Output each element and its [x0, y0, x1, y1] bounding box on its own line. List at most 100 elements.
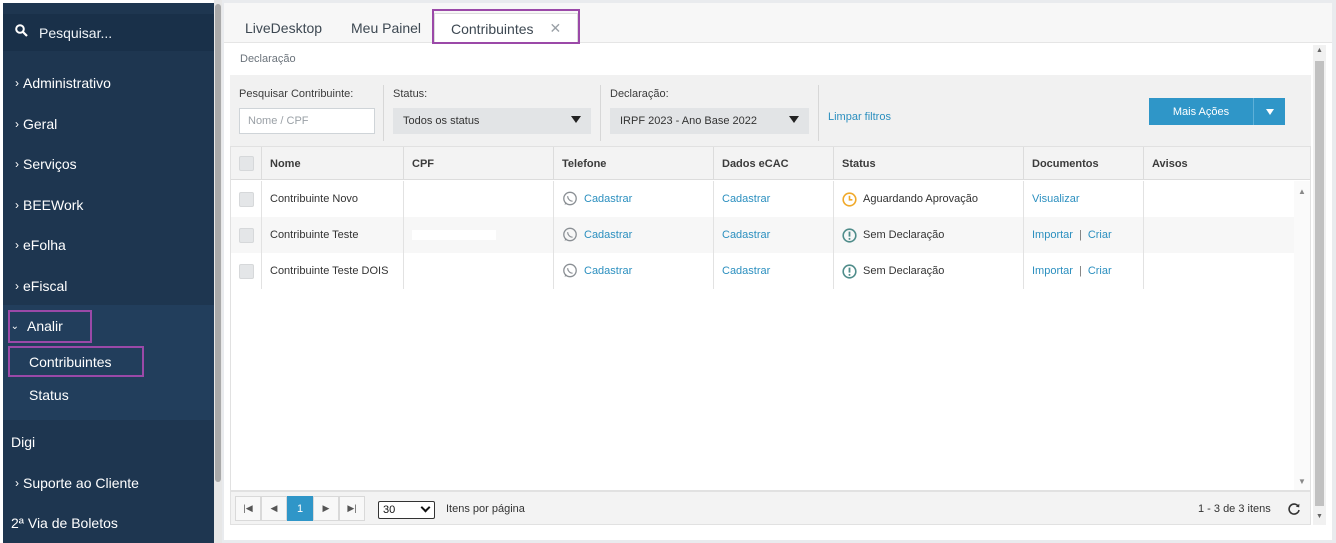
visualizar-link[interactable]: Visualizar: [1032, 193, 1080, 205]
tab-livedesktop[interactable]: LiveDesktop: [245, 13, 322, 43]
importar-link[interactable]: Importar: [1032, 265, 1073, 277]
page-number-button[interactable]: 1: [287, 496, 313, 521]
sidebar-item-efolha[interactable]: › eFolha: [3, 229, 216, 261]
scroll-down-icon[interactable]: ▼: [1316, 513, 1323, 520]
filter-bar: Pesquisar Contribuinte: Nome / CPF Statu…: [230, 75, 1311, 149]
next-page-button[interactable]: ▶: [313, 496, 339, 521]
refresh-icon[interactable]: [1287, 502, 1301, 516]
declaracao-filter-select[interactable]: IRPF 2023 - Ano Base 2022: [610, 108, 809, 134]
criar-link[interactable]: Criar: [1088, 229, 1112, 241]
main-scrollbar-thumb[interactable]: [1315, 61, 1324, 506]
cell-status: Aguardando Aprovação: [833, 181, 1023, 217]
highlight-box-analir: [8, 310, 92, 343]
highlight-box-contribuintes: [8, 346, 144, 377]
scroll-down-icon[interactable]: ▼: [1298, 477, 1306, 486]
main-scrollbar[interactable]: ▲ ▼: [1313, 45, 1326, 525]
column-header-telefone[interactable]: Telefone: [553, 147, 713, 180]
cell-cpf: [403, 181, 553, 217]
chevron-right-icon: ›: [15, 76, 19, 90]
filter-divider: [600, 85, 601, 141]
sidebar-scrollbar-thumb[interactable]: [215, 4, 221, 482]
tab-bar: LiveDesktop Meu Painel Contribuintes ✕: [224, 3, 1332, 44]
sidebar-item-efiscal[interactable]: › eFiscal: [3, 270, 216, 302]
sidebar-item-digi[interactable]: Digi: [3, 426, 216, 458]
declaracao-filter-label: Declaração:: [610, 88, 669, 100]
status-filter-select[interactable]: Todos os status: [393, 108, 591, 134]
prev-page-button[interactable]: ◀: [261, 496, 287, 521]
cell-telefone: Cadastrar: [553, 253, 713, 289]
highlight-box-tab: [432, 9, 580, 44]
status-text: Sem Declaração: [863, 265, 945, 277]
filter-divider: [818, 85, 819, 141]
breadcrumb[interactable]: Declaração: [240, 53, 296, 65]
sidebar-item-boletos[interactable]: 2ª Via de Boletos: [3, 507, 216, 539]
row-checkbox[interactable]: [239, 192, 254, 207]
chevron-right-icon: ›: [15, 279, 19, 293]
table-scrollbar[interactable]: ▲ ▼: [1294, 181, 1310, 490]
telefone-cadastrar-link[interactable]: Cadastrar: [584, 265, 632, 277]
row-checkbox[interactable]: [239, 264, 254, 279]
column-header-nome[interactable]: Nome: [261, 147, 403, 180]
cell-documentos: Visualizar: [1023, 181, 1143, 217]
importar-link[interactable]: Importar: [1032, 229, 1073, 241]
sidebar-scrollbar[interactable]: [214, 0, 222, 543]
clear-filters-link[interactable]: Limpar filtros: [828, 111, 891, 123]
search-icon: [3, 23, 39, 42]
column-header-documentos[interactable]: Documentos: [1023, 147, 1143, 180]
chevron-right-icon: ›: [15, 157, 19, 171]
column-header-status[interactable]: Status: [833, 147, 1023, 180]
sidebar-item-label: Status: [29, 387, 69, 403]
table-row[interactable]: Contribuinte Novo Cadastrar Cadastrar Ag…: [231, 181, 1294, 217]
ecac-cadastrar-link[interactable]: Cadastrar: [722, 229, 770, 241]
scroll-up-icon[interactable]: ▲: [1298, 187, 1306, 196]
chevron-right-icon: ›: [15, 117, 19, 131]
search-contribuinte-input[interactable]: Nome / CPF: [239, 108, 375, 134]
page-size-label: Itens por página: [446, 503, 525, 515]
telefone-cadastrar-link[interactable]: Cadastrar: [584, 193, 632, 205]
sidebar-item-suporte[interactable]: › Suporte ao Cliente: [3, 467, 216, 499]
select-all-checkbox[interactable]: [239, 156, 254, 171]
exclamation-icon: [842, 263, 857, 279]
column-header-avisos[interactable]: Avisos: [1143, 147, 1294, 180]
sidebar-item-servicos[interactable]: › Serviços: [3, 148, 216, 180]
sidebar-item-label: BEEWork: [23, 197, 84, 213]
scroll-up-icon[interactable]: ▲: [1316, 47, 1323, 54]
separator: |: [1078, 265, 1082, 277]
criar-link[interactable]: Criar: [1088, 265, 1112, 277]
filter-divider: [383, 85, 384, 141]
pager: |◀ ◀ 1 ▶ ▶| 30 Itens por página 1 - 3 de…: [230, 491, 1311, 525]
cell-status: Sem Declaração: [833, 217, 1023, 253]
clock-icon: [842, 191, 857, 207]
ecac-cadastrar-link[interactable]: Cadastrar: [722, 265, 770, 277]
sidebar-item-label: Geral: [23, 116, 58, 132]
exclamation-icon: [842, 227, 857, 243]
page-size-select[interactable]: 30: [378, 501, 435, 519]
sidebar-item-geral[interactable]: › Geral: [3, 108, 216, 140]
tab-meu-painel[interactable]: Meu Painel: [351, 13, 421, 43]
more-actions-dropdown[interactable]: [1254, 108, 1285, 115]
sidebar-search-placeholder: Pesquisar...: [39, 24, 113, 41]
table-row[interactable]: Contribuinte Teste DOIS Cadastrar Cadast…: [231, 253, 1294, 289]
cell-nome: Contribuinte Novo: [261, 181, 403, 217]
telefone-cadastrar-link[interactable]: Cadastrar: [584, 229, 632, 241]
status-text: Sem Declaração: [863, 229, 945, 241]
cell-dados-ecac: Cadastrar: [713, 217, 833, 253]
column-header-dados-ecac[interactable]: Dados eCAC: [713, 147, 833, 180]
column-header-cpf[interactable]: CPF: [403, 147, 553, 180]
whatsapp-icon: [562, 227, 578, 243]
sidebar-subitem-status[interactable]: Status: [29, 379, 209, 411]
sidebar-item-beework[interactable]: › BEEWork: [3, 189, 216, 221]
ecac-cadastrar-link[interactable]: Cadastrar: [722, 193, 770, 205]
more-actions-button[interactable]: Mais Ações: [1149, 98, 1285, 125]
status-text: Aguardando Aprovação: [863, 193, 978, 205]
cell-cpf: [403, 217, 553, 253]
sidebar-item-administrativo[interactable]: › Administrativo: [3, 67, 216, 99]
sidebar-item-label: Serviços: [23, 156, 77, 172]
last-page-button[interactable]: ▶|: [339, 496, 365, 521]
whatsapp-icon: [562, 263, 578, 279]
table-row[interactable]: Contribuinte Teste Cadastrar Cadastrar S…: [231, 217, 1294, 253]
caret-down-icon: [789, 116, 799, 123]
sidebar-search[interactable]: Pesquisar...: [3, 14, 216, 51]
row-checkbox[interactable]: [239, 228, 254, 243]
first-page-button[interactable]: |◀: [235, 496, 261, 521]
